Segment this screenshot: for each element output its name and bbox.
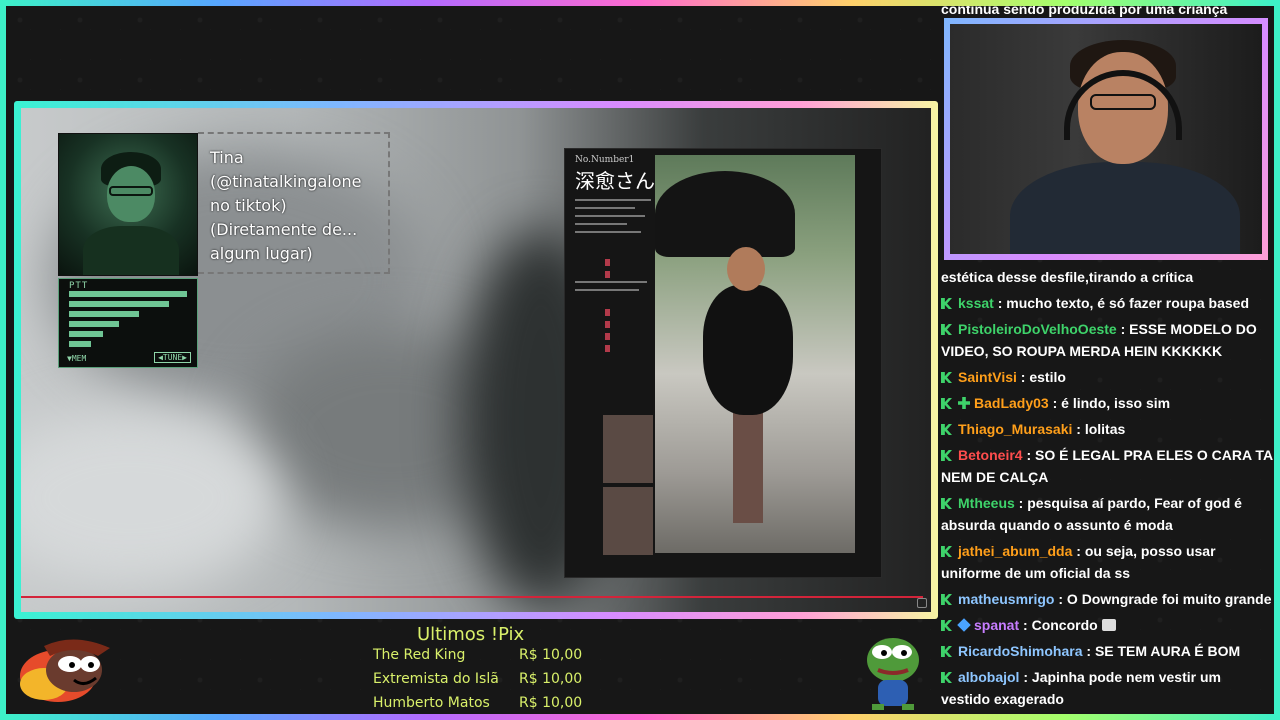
- chat-message: BadLady03 : é lindo, isso sim: [941, 392, 1273, 414]
- umbrella-icon: [655, 171, 795, 257]
- chat-username[interactable]: Thiago_Murasaki: [958, 421, 1072, 437]
- chat-username[interactable]: spanat: [974, 617, 1019, 633]
- mascot-character-icon: [20, 639, 110, 702]
- chat-message: estética desse desfile,tirando a crítica: [941, 266, 1273, 288]
- pix-title: Ultimos !Pix: [417, 624, 525, 645]
- subscriber-badge-icon: [941, 594, 952, 605]
- pix-amount: R$ 10,00: [519, 695, 583, 711]
- magazine-name: 深愈さん: [575, 169, 655, 193]
- chat-username[interactable]: BadLady03: [974, 395, 1049, 411]
- player-settings-icon[interactable]: [917, 598, 927, 608]
- chat-message: Betoneir4 : SO É LEGAL PRA ELES O CARA T…: [941, 447, 1273, 485]
- pix-donor: The Red King: [373, 647, 466, 663]
- chat-message: Thiago_Murasaki : lolitas: [941, 418, 1273, 440]
- codec-tune-label: ◀TUNE▶: [154, 352, 191, 363]
- codec-frequency-panel: PTT ▼MEM ◀TUNE▶: [58, 278, 198, 368]
- subscriber-badge-icon: [941, 620, 952, 631]
- subscriber-badge-icon: [941, 424, 952, 435]
- pix-row: Extremista do Islã R$ 10,00: [373, 671, 593, 687]
- codec-signal-bar: [69, 301, 169, 307]
- pix-donor: Humberto Matos: [373, 695, 490, 711]
- chat-username[interactable]: Betoneir4: [958, 447, 1023, 463]
- codec-signal-bar: [69, 291, 187, 297]
- chat-username[interactable]: SaintVisi: [958, 369, 1017, 385]
- chat-overflow-text: continua sendo produzida por uma criança: [941, 1, 1228, 17]
- chat-text: O Downgrade foi muito grande: [1066, 591, 1272, 607]
- codec-caption: Tina (@tinatalkingalone no tiktok) (Dire…: [198, 132, 390, 274]
- codec-signal-bar: [69, 331, 103, 337]
- video-progress-bar[interactable]: [21, 596, 923, 598]
- chat-username[interactable]: jathei_abum_dda: [958, 543, 1072, 559]
- magazine-page: No.Number1 深愈さん: [564, 148, 882, 578]
- subscriber-badge-icon: [941, 298, 952, 309]
- chat-message: matheusmrigo : O Downgrade foi muito gra…: [941, 588, 1273, 610]
- glasses-icon: [1090, 94, 1156, 110]
- chat-emote-icon: [1101, 619, 1116, 631]
- pix-row: Humberto Matos R$ 10,00: [373, 695, 593, 711]
- subscriber-badge-icon: [941, 324, 952, 335]
- chat-message: PistoleiroDoVelhoOeste : ESSE MODELO DO …: [941, 321, 1257, 359]
- chat-message: jathei_abum_dda : ou seja, posso usar un…: [941, 543, 1216, 581]
- chat-username[interactable]: matheusmrigo: [958, 591, 1054, 607]
- chat-username[interactable]: kssat: [958, 295, 994, 311]
- chat-text: lolitas: [1084, 421, 1126, 437]
- codec-signal-bar: [69, 311, 139, 317]
- chat-message: Mtheeus : pesquisa aí pardo, Fear of god…: [941, 495, 1242, 533]
- chat-username[interactable]: PistoleiroDoVelhoOeste: [958, 321, 1117, 337]
- plus-badge-icon: [958, 397, 970, 409]
- subscriber-badge-icon: [941, 498, 952, 509]
- chat-message: RicardoShimohara : SE TEM AURA É BOM: [941, 640, 1273, 662]
- chat-message: albobajol : Japinha pode nem vestir um v…: [941, 669, 1221, 707]
- chat-username[interactable]: RicardoShimohara: [958, 643, 1082, 659]
- chat-text: é lindo, isso sim: [1061, 395, 1171, 411]
- webcam-feed: [950, 24, 1262, 254]
- chat-username[interactable]: Mtheeus: [958, 495, 1015, 511]
- glasses-icon: [109, 186, 153, 196]
- codec-portrait: [58, 133, 198, 276]
- chat-text: estética desse desfile,tirando a crítica: [941, 269, 1194, 285]
- chat-text: Concordo: [1031, 617, 1098, 633]
- magazine-thumbnail: [603, 487, 653, 555]
- pepe-frog-icon: [867, 638, 919, 710]
- webcam-frame: [944, 18, 1268, 260]
- pix-amount: R$ 10,00: [519, 671, 583, 687]
- chat-text: SE TEM AURA É BOM: [1094, 643, 1241, 659]
- chat-text: estilo: [1029, 369, 1066, 385]
- codec-signal-bar: [69, 341, 91, 347]
- subscriber-badge-icon: [941, 646, 952, 657]
- chat-text: mucho texto, é só fazer roupa based: [1006, 295, 1249, 311]
- chat-message: kssat : mucho texto, é só fazer roupa ba…: [941, 292, 1273, 314]
- codec-signal-bar: [69, 321, 119, 327]
- chat-log: estética desse desfile,tirando a crítica…: [941, 266, 1273, 716]
- chat-message: SaintVisi : estilo: [941, 366, 1273, 388]
- pix-donor: Extremista do Islã: [373, 671, 499, 687]
- subscriber-badge-icon: [941, 672, 952, 683]
- magazine-photo: [655, 155, 855, 553]
- pix-amount: R$ 10,00: [519, 647, 583, 663]
- magazine-header: No.Number1: [575, 155, 635, 165]
- codec-mem-label: ▼MEM: [67, 354, 87, 363]
- pix-row: The Red King R$ 10,00: [373, 647, 593, 663]
- subscriber-badge-icon: [941, 546, 952, 557]
- codec-ptt-label: PTT: [69, 281, 89, 291]
- chat-username[interactable]: albobajol: [958, 669, 1019, 685]
- cube-badge-icon: [957, 618, 971, 632]
- subscriber-badge-icon: [941, 398, 952, 409]
- subscriber-badge-icon: [941, 450, 952, 461]
- subscriber-badge-icon: [941, 372, 952, 383]
- chat-message: spanat : Concordo: [941, 614, 1273, 636]
- magazine-thumbnail: [603, 415, 653, 483]
